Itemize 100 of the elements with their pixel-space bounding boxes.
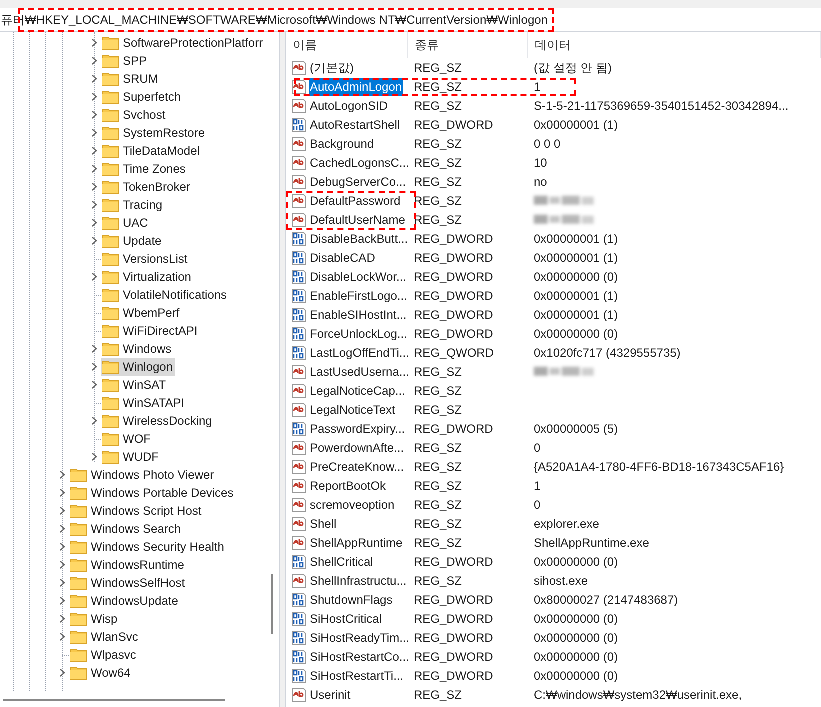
tree-item[interactable]: SystemRestore [123,124,206,142]
tree-item[interactable]: Time Zones [123,160,186,178]
scrollbar-thumb[interactable] [3,699,225,701]
value-name[interactable]: PowerdownAfte... [309,438,406,456]
tree-item[interactable]: SRUM [123,70,158,88]
tree-item[interactable]: WindowsRuntime [91,556,184,574]
value-name[interactable]: ShellAppRuntime [309,534,404,552]
tree-item[interactable]: Windows [123,340,172,358]
value-name[interactable]: Shell [309,514,338,532]
value-data: 0x00000001 (1) [534,288,618,304]
column-header[interactable]: 데이터 [528,32,821,58]
binary-value-icon [291,630,307,646]
string-value-icon [291,686,307,702]
tree-item[interactable]: Windows Script Host [91,502,202,520]
value-name[interactable]: AutoRestartShell [309,116,402,134]
value-type: REG_SZ [413,496,464,514]
tree-item[interactable]: Superfetch [123,88,182,106]
value-name[interactable]: EnableSIHostInt... [309,306,408,324]
value-name[interactable]: AutoLogonSID [309,96,390,114]
tree-item[interactable]: WirelessDocking [123,412,212,430]
tree-item[interactable]: WbemPerf [123,304,180,322]
tree-item[interactable]: VersionsList [123,250,188,268]
tree-item[interactable]: WinSATAPI [123,394,185,412]
tree-item[interactable]: Windows Security Health [91,538,224,556]
value-name[interactable]: DisableLockWor... [309,268,408,286]
value-name[interactable]: DebugServerCo... [309,172,408,190]
column-header[interactable]: 종류 [408,32,528,58]
tree-item[interactable]: Windows Search [91,520,182,538]
value-name[interactable]: ShellInfrastructu... [309,572,408,590]
folder-icon [102,54,119,68]
tree-item[interactable]: TileDataModel [123,142,200,160]
tree-item[interactable]: VolatileNotifications [123,286,228,304]
chevron-icon[interactable] [91,416,98,426]
value-name[interactable]: DefaultUserName [309,210,406,228]
value-name[interactable]: SiHostRestartCo... [309,648,408,666]
scrollbar-thumb[interactable] [271,574,273,634]
value-name[interactable]: ShellCritical [309,552,374,570]
value-name[interactable]: SiHostRestartTi... [309,666,405,684]
tree-item[interactable]: TokenBroker [123,178,190,196]
value-name[interactable]: DisableCAD [309,248,376,266]
value-name[interactable]: LastLogOffEndTi... [309,344,408,362]
tree-item[interactable]: WiFiDirectAPI [123,322,198,340]
value-name[interactable]: DefaultPassword [309,192,402,210]
value-data: 0x1020fc717 (4329555735) [534,344,681,362]
tree-item[interactable]: WlanSvc [91,628,138,646]
folder-icon [70,486,87,500]
value-name[interactable]: Background [309,134,376,152]
value-name[interactable]: Userinit [309,686,352,704]
chevron-icon[interactable] [91,272,98,282]
value-name[interactable]: EnableFirstLogo... [309,286,408,304]
value-name[interactable]: (기본값) [309,58,355,76]
value-type: REG_SZ [413,212,464,228]
value-data: 0x00000000 (0) [534,668,618,684]
value-data: 0x80000027 (2147483687) [534,592,678,608]
value-name[interactable]: CachedLogonsC... [309,154,408,172]
value-type: REG_SZ [413,154,464,172]
string-value-icon [291,402,307,418]
tree-item[interactable]: UAC [123,214,148,232]
value-name[interactable]: LegalNoticeCap... [309,382,406,400]
value-name[interactable]: SiHostCritical [309,610,384,628]
binary-value-icon [291,326,307,342]
chevron-icon[interactable] [91,452,98,462]
value-name[interactable]: PasswordExpiry... [309,420,406,438]
value-name[interactable]: ForceUnlockLog... [309,324,408,342]
tree-item[interactable]: WindowsSelfHost [91,574,186,592]
folder-icon [102,36,119,50]
value-name[interactable]: PreCreateKnow... [309,458,406,476]
string-value-icon [291,174,307,190]
tree-item[interactable]: WindowsUpdate [91,592,178,610]
value-name[interactable]: LegalNoticeText [309,400,396,418]
string-value-icon [291,192,307,208]
value-name[interactable]: LastUsedUserna... [309,362,408,380]
tree-item[interactable]: Tracing [123,196,163,214]
tree-item[interactable]: WUDF [123,448,159,466]
binary-value-icon [291,268,307,284]
tree-item[interactable]: Wow64 [91,664,131,682]
column-header[interactable]: 이름 [286,32,408,58]
tree-item[interactable]: Virtualization [123,268,192,286]
chevron-icon[interactable] [59,668,66,678]
value-name[interactable]: scremoveoption [309,496,396,514]
folder-icon [70,522,87,536]
value-name[interactable]: AutoAdminLogon [309,78,404,96]
folder-icon [102,432,119,446]
value-name[interactable]: ShutdownFlags [309,590,394,608]
tree-item[interactable]: Svchost [123,106,166,124]
folder-icon [70,612,87,626]
tree-item[interactable]: WinSAT [123,376,166,394]
tree-item[interactable]: SPP [123,52,148,70]
tree-item[interactable]: Windows Portable Devices [91,484,234,502]
value-type: REG_DWORD [413,610,494,628]
value-name[interactable]: DisableBackButt... [309,230,408,248]
value-name[interactable]: ReportBootOk [309,476,388,494]
tree-item[interactable]: Windows Photo Viewer [91,466,214,484]
tree-item[interactable]: Wisp [91,610,118,628]
tree-item[interactable]: Update [123,232,162,250]
tree-item[interactable]: Wlpasvc [91,646,136,664]
tree-item[interactable]: WOF [123,430,151,448]
value-data: 0x00000001 (1) [534,250,618,266]
tree-item[interactable]: SoftwareProtectionPlatforr [123,34,264,52]
value-data: 0x00000005 (5) [534,420,618,438]
